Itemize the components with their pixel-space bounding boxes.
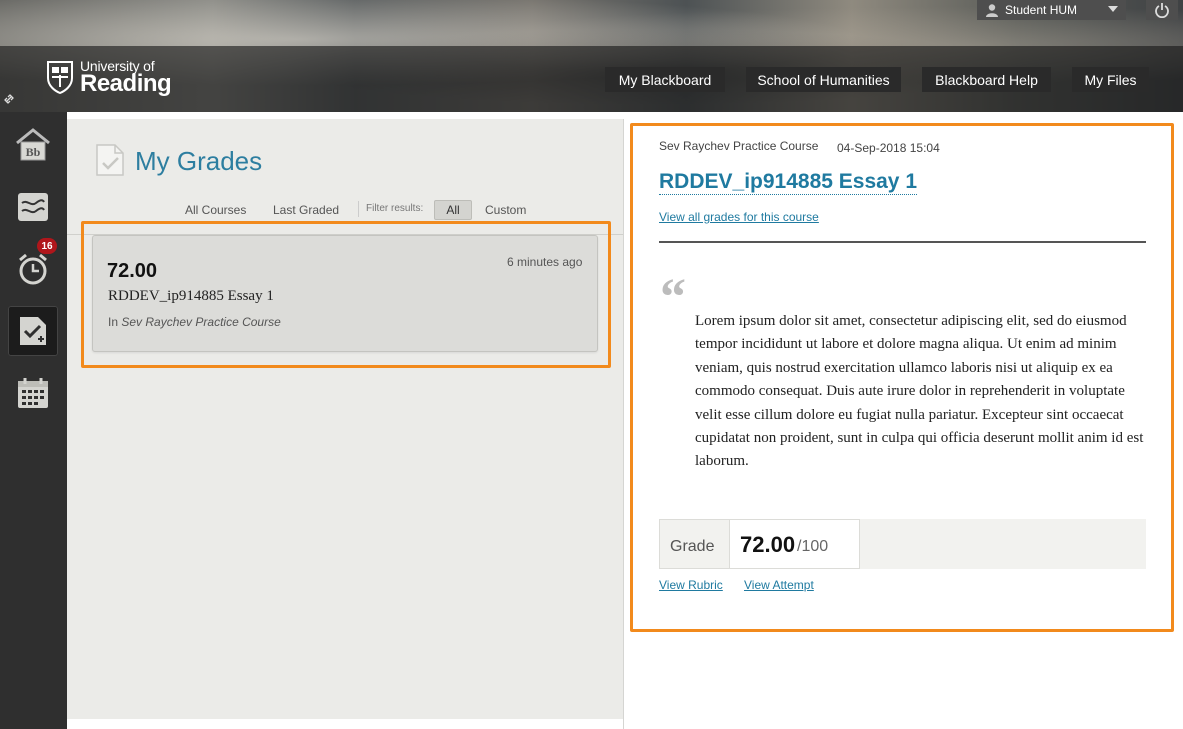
filter-all-courses[interactable]: All Courses — [185, 203, 246, 217]
rail-grades[interactable] — [8, 306, 58, 356]
calendar-icon — [18, 378, 48, 408]
nav-my-blackboard[interactable]: My Blackboard — [605, 67, 725, 92]
rail-home[interactable]: Bb — [8, 120, 58, 170]
nav-school-of-humanities[interactable]: School of Humanities — [746, 67, 901, 92]
filter-divider — [358, 201, 359, 217]
university-logo[interactable]: University of Reading — [46, 59, 172, 97]
highlight-box-detail — [630, 123, 1174, 632]
filter-last-graded[interactable]: Last Graded — [273, 203, 339, 217]
alerts-badge: 16 — [37, 238, 57, 254]
chevron-down-icon — [1108, 6, 1118, 12]
user-menu[interactable]: Student HUM — [977, 0, 1126, 20]
user-icon — [986, 4, 998, 17]
grades-title-icon — [96, 144, 124, 176]
nav-my-files[interactable]: My Files — [1072, 67, 1149, 92]
grades-icon — [20, 317, 46, 345]
filter-custom-button[interactable]: Custom — [485, 203, 526, 217]
user-name: Student HUM — [1005, 3, 1078, 17]
rail-updates[interactable]: 16 — [8, 238, 58, 294]
nav-blackboard-help[interactable]: Blackboard Help — [922, 67, 1051, 92]
highlight-box-card — [81, 221, 611, 368]
rail-stream[interactable] — [8, 182, 58, 232]
page-title: My Grades — [135, 146, 263, 176]
side-rail: Bb 16 — [0, 112, 67, 729]
logo-line-2: Reading — [80, 70, 172, 97]
filter-all-button[interactable]: All — [434, 200, 472, 220]
logout-button[interactable] — [1146, 0, 1178, 20]
power-icon — [1155, 3, 1169, 18]
alarm-clock-icon — [19, 253, 47, 285]
rail-calendar[interactable] — [8, 368, 58, 418]
filter-results-label: Filter results: — [366, 203, 424, 214]
link-icon[interactable] — [4, 94, 14, 104]
stream-icon — [18, 193, 48, 221]
crest-icon — [47, 61, 73, 94]
blackboard-home-icon: Bb — [16, 128, 50, 161]
svg-text:Bb: Bb — [26, 145, 41, 159]
